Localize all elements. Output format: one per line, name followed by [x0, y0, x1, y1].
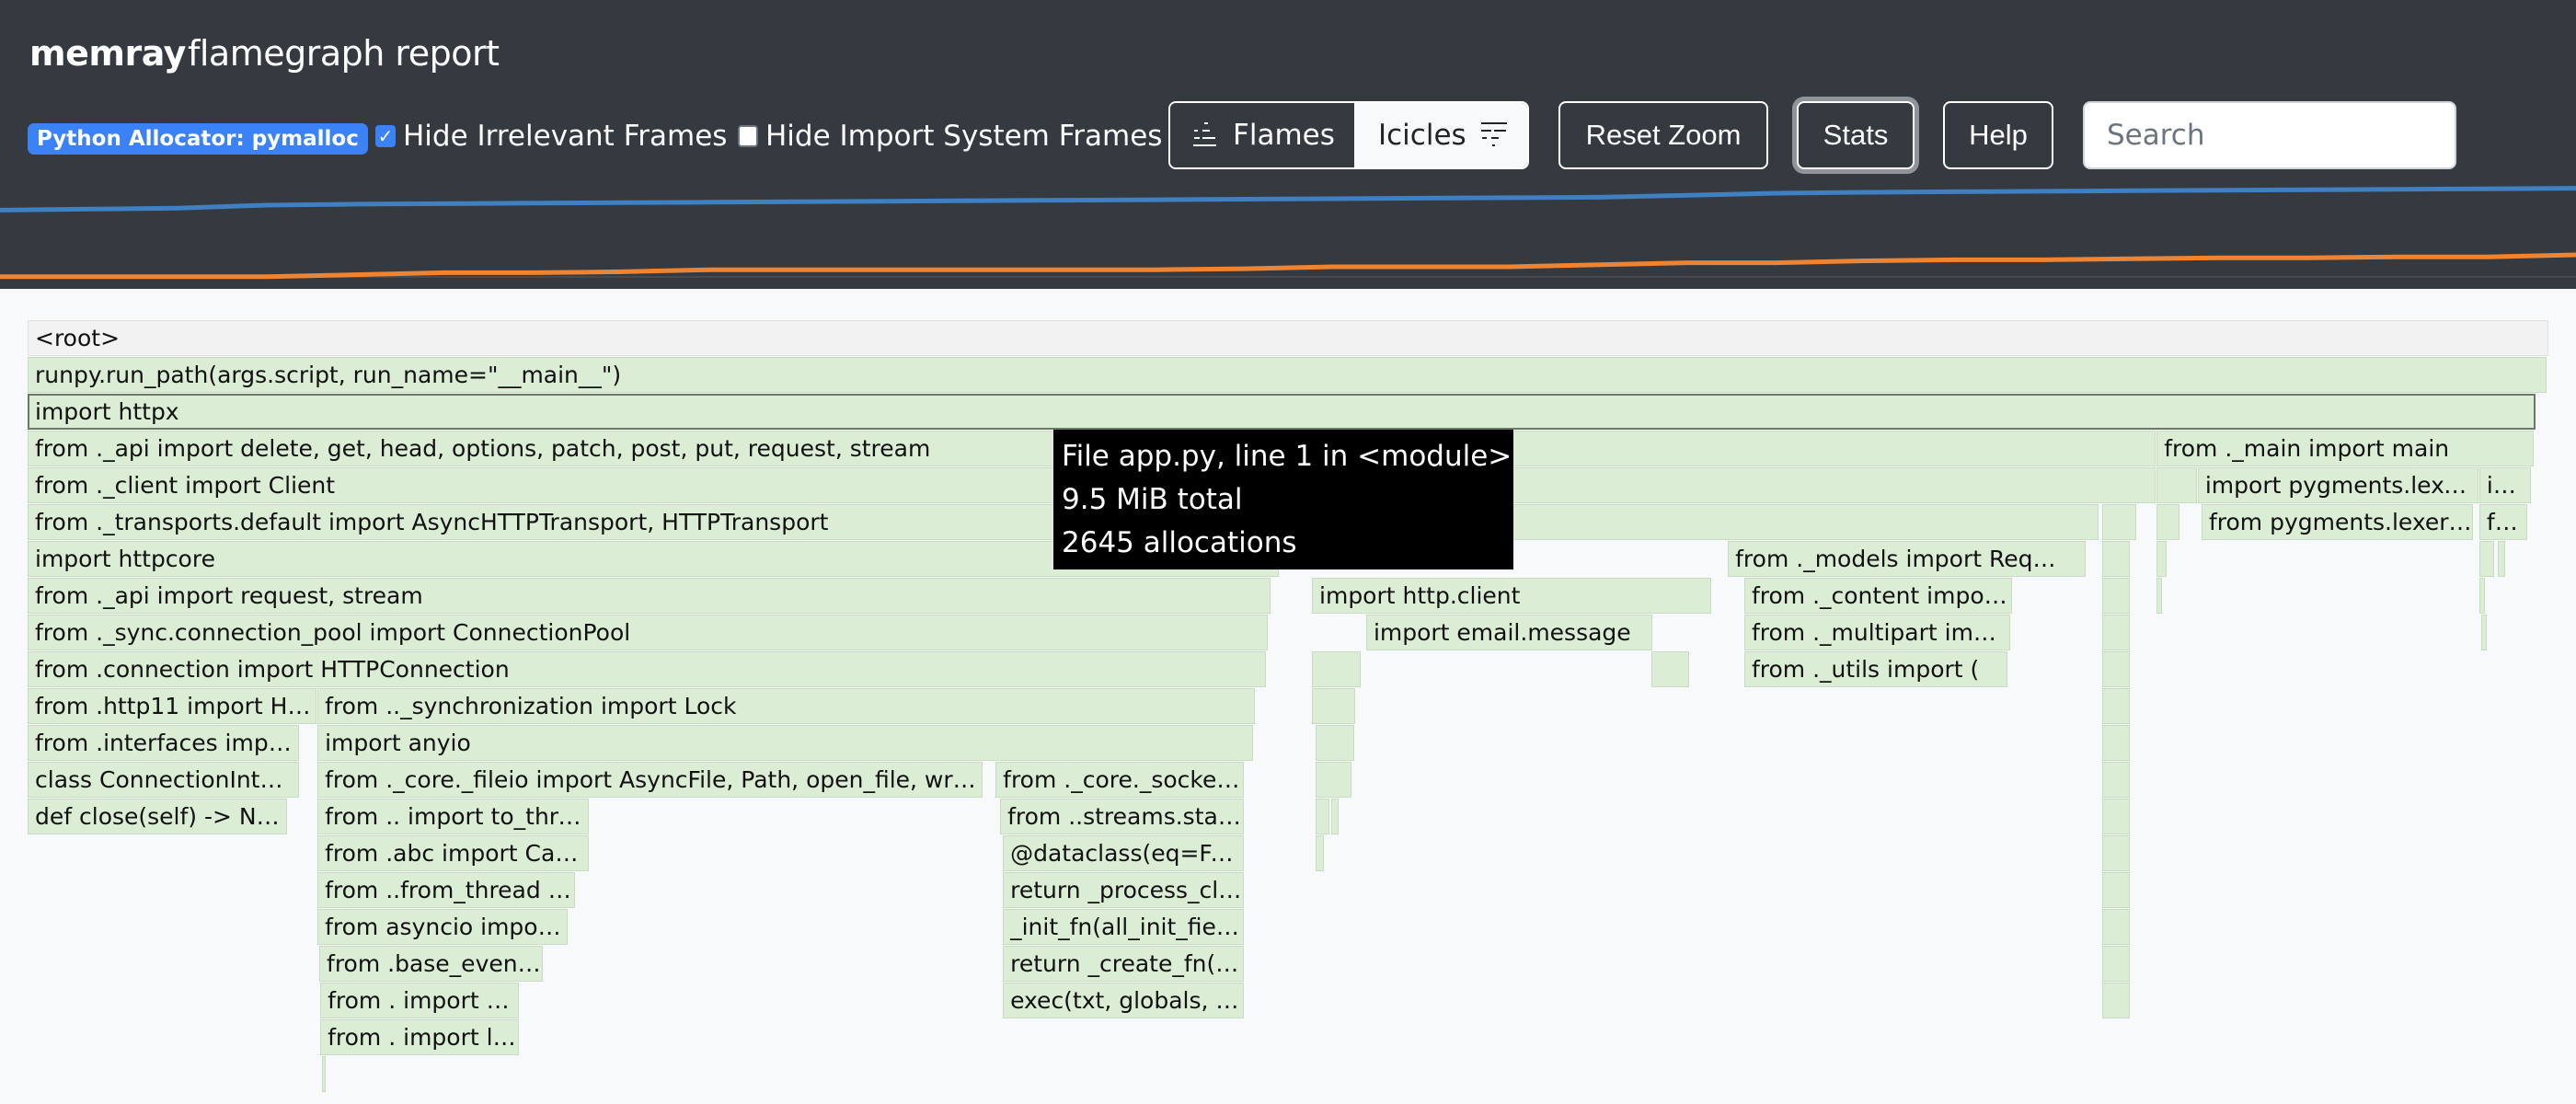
flame-frame[interactable] [2102, 725, 2131, 761]
flame-frame[interactable]: from ._utils import ( [1743, 651, 2007, 687]
flame-frame[interactable]: _init_fn(all_init_fie… [1003, 909, 1245, 945]
stats-button[interactable]: Stats [1797, 101, 1915, 169]
flame-frame[interactable] [1316, 835, 1324, 871]
flame-frame[interactable] [1331, 799, 1340, 834]
flame-frame[interactable]: from asyncio import iscoroutine [317, 909, 569, 945]
flame-frame[interactable] [1312, 688, 1356, 724]
hide-import-system-frames-label: Hide Import System Frames [765, 120, 1163, 153]
flame-frame[interactable]: from .http11 import HT… [28, 688, 316, 724]
flame-frame[interactable]: return _process_cl… [1003, 872, 1245, 908]
search-input[interactable] [2083, 101, 2456, 169]
flame-frame[interactable]: import email.message [1365, 615, 1652, 650]
flame-frame[interactable] [1312, 651, 1361, 687]
flame-frame[interactable]: from ._content import… [1743, 578, 2012, 614]
flame-frame[interactable] [1650, 651, 1690, 687]
flame-frame[interactable] [2102, 946, 2131, 982]
toolbar: Python Allocator: pymalloc ✓ Hide Irrele… [0, 101, 2576, 171]
flame-frame[interactable]: class ConnectionInt… [28, 762, 300, 798]
flame-frame[interactable]: from . import locks [320, 1019, 520, 1055]
reset-zoom-button[interactable]: Reset Zoom [1558, 101, 1768, 169]
flame-frame[interactable] [2102, 983, 2131, 1018]
flame-frame[interactable]: import anyio [317, 725, 1253, 761]
flame-frame[interactable] [2102, 909, 2131, 945]
hide-irrelevant-frames-checkbox[interactable]: ✓ Hide Irrelevant Frames [375, 118, 727, 155]
flame-frame[interactable] [2102, 651, 2131, 687]
flame-frame[interactable]: return _create_fn(… [1003, 946, 1245, 982]
checkbox-checked-icon[interactable]: ✓ [375, 125, 396, 147]
icicles-label: Icicles [1378, 119, 1466, 152]
flame-frame[interactable]: from .abc import CapacityLimiter [317, 835, 590, 871]
flame-frame[interactable]: from ._api import request, stream [28, 578, 1271, 614]
flame-frame[interactable] [2498, 541, 2505, 577]
hide-irrelevant-frames-label: Hide Irrelevant Frames [403, 120, 728, 153]
tooltip-location: File app.py, line 1 in <module> [1062, 440, 1512, 473]
flame-frame[interactable]: from . import stagger… [320, 983, 520, 1018]
icicles-button[interactable]: Icicles [1354, 103, 1527, 167]
memory-series-heap [0, 186, 2576, 213]
flame-frame[interactable] [2102, 799, 2131, 834]
help-button[interactable]: Help [1943, 101, 2053, 169]
flames-icon [1193, 122, 1216, 146]
view-mode-toggle: Flames Icicles [1168, 101, 1529, 169]
flame-frame[interactable] [2478, 541, 2495, 577]
flame-frame[interactable] [322, 1056, 327, 1092]
flamegraph[interactable]: <root> runpy.run_path(args.script, run_na… [0, 289, 2576, 1104]
memory-usage-plot[interactable] [0, 180, 2576, 289]
flame-frame[interactable]: fro… [2478, 504, 2527, 540]
flame-frame[interactable]: from .base_events import * [319, 946, 544, 982]
flame-frame[interactable] [2102, 688, 2131, 724]
page-title: flamegraph report [188, 33, 500, 74]
flame-frame[interactable] [2478, 578, 2485, 614]
flame-frame[interactable]: from ._main import main [2156, 431, 2535, 466]
icicles-icon [1480, 122, 1507, 146]
flame-frame[interactable] [2102, 504, 2136, 540]
flame-frame[interactable] [2102, 615, 2131, 650]
flame-frame[interactable]: from .connection import HTTPConnection [28, 651, 1266, 687]
flame-frame[interactable] [2156, 541, 2168, 577]
flame-frame[interactable]: @dataclass(eq=Fa… [1003, 835, 1245, 871]
flame-frame[interactable]: from ..from_thread import Bloc… [317, 872, 576, 908]
flame-frame[interactable]: import pygments.lexers [2197, 467, 2479, 503]
flame-frame[interactable] [2102, 762, 2131, 798]
flame-frame[interactable]: from .. import to_thread [317, 799, 590, 834]
flame-frame[interactable] [2102, 872, 2131, 908]
flames-label: Flames [1233, 119, 1335, 152]
flame-frame[interactable]: im… [2478, 467, 2531, 503]
frame-tooltip: File app.py, line 1 in <module> 9.5 MiB … [1053, 430, 1513, 569]
flame-frame[interactable]: exec(txt, globals, … [1003, 983, 1245, 1018]
flame-frame[interactable]: from .interfaces imp… [28, 725, 300, 761]
flame-frame[interactable] [2102, 835, 2131, 871]
flame-frame[interactable]: from pygments.lexer… [2201, 504, 2474, 540]
hide-import-system-frames-checkbox[interactable]: Hide Import System Frames [738, 118, 1162, 155]
tooltip-allocation-count: 2645 allocations [1062, 526, 1297, 559]
memory-series-resident [0, 252, 2576, 280]
flame-frame[interactable]: import http.client [1312, 578, 1712, 614]
flame-frame[interactable] [1316, 762, 1351, 798]
flame-frame[interactable] [2156, 578, 2163, 614]
flame-frame[interactable]: runpy.run_path(args.script, run_name="__… [28, 357, 2547, 393]
flame-frame[interactable] [2481, 615, 2488, 650]
flame-frame[interactable]: from ..streams.sta… [1000, 799, 1245, 834]
tooltip-total-memory: 9.5 MiB total [1062, 483, 1243, 516]
navbar: memray flamegraph report Python Allocato… [0, 0, 2576, 289]
allocator-badge: Python Allocator: pymalloc [28, 123, 368, 155]
flame-frame[interactable]: from ._core._socke… [995, 762, 1245, 798]
flame-frame[interactable]: def close(self) -> N… [28, 799, 288, 834]
flame-frame[interactable]: from ._multipart impo… [1743, 615, 2010, 650]
flame-frame[interactable]: from ._sync.connection_pool import Conne… [28, 615, 1269, 650]
flame-frame[interactable] [2102, 541, 2131, 577]
flame-frame[interactable]: from ._core._fileio import AsyncFile, Pa… [317, 762, 983, 798]
flame-frame[interactable]: from ._models import Req… [1728, 541, 2086, 577]
flames-button[interactable]: Flames [1170, 103, 1354, 167]
flame-frame[interactable] [1316, 725, 1354, 761]
checkbox-unchecked-icon[interactable] [738, 125, 758, 147]
flame-frame[interactable] [2156, 504, 2179, 540]
flame-frame[interactable] [2102, 578, 2131, 614]
flame-frame[interactable] [2156, 467, 2198, 503]
flame-frame[interactable]: from .._synchronization import Lock [317, 688, 1256, 724]
flame-frame[interactable] [1316, 799, 1329, 834]
flame-frame-root[interactable]: <root> [28, 320, 2548, 356]
flame-frame[interactable]: import httpx [28, 394, 2536, 430]
brand-logo[interactable]: memray [29, 33, 186, 74]
